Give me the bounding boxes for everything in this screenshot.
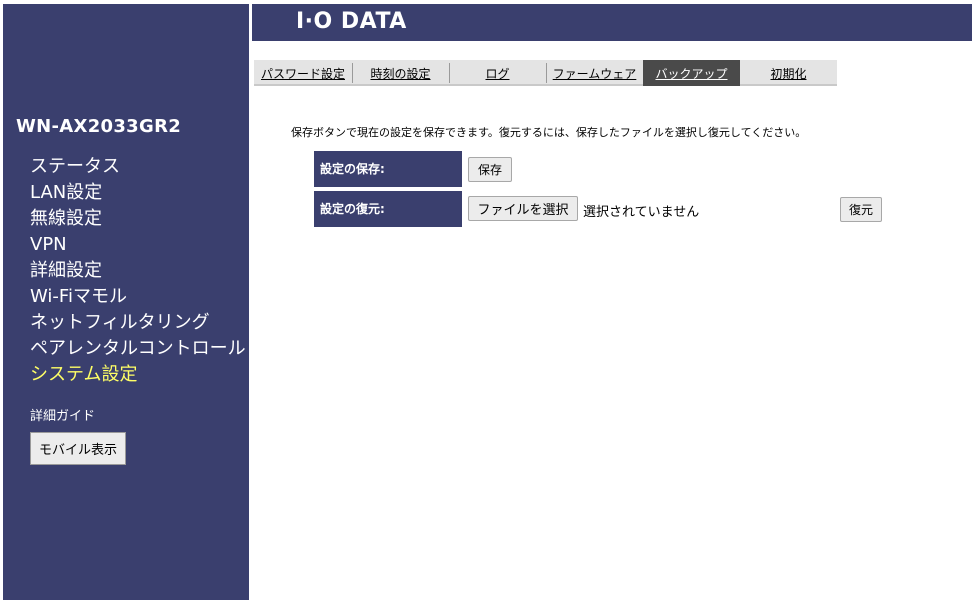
header: I·O DATA	[252, 4, 972, 41]
model-name: WN-AX2033GR2	[16, 116, 182, 137]
tab-backup[interactable]: バックアップ	[643, 60, 740, 86]
sidebar-item-vpn[interactable]: VPN	[30, 232, 246, 258]
tab-bar: パスワード設定 時刻の設定 ログ ファームウェア バックアップ 初期化	[254, 60, 837, 86]
tab-password[interactable]: パスワード設定	[254, 60, 352, 86]
tab-log[interactable]: ログ	[449, 60, 546, 86]
tab-time[interactable]: 時刻の設定	[352, 60, 449, 86]
sidebar: WN-AX2033GR2 ステータス LAN設定 無線設定 VPN 詳細設定 W…	[3, 4, 249, 600]
brand-logo: I·O DATA	[296, 9, 407, 34]
restore-settings-label: 設定の復元:	[314, 191, 462, 227]
sidebar-item-advanced[interactable]: 詳細設定	[30, 258, 246, 284]
save-button[interactable]: 保存	[468, 157, 512, 182]
sidebar-menu: ステータス LAN設定 無線設定 VPN 詳細設定 Wi-Fiマモル ネットフィ…	[30, 154, 246, 388]
restore-button[interactable]: 復元	[840, 197, 882, 222]
save-settings-label: 設定の保存:	[314, 151, 462, 187]
sidebar-item-net-filtering[interactable]: ネットフィルタリング	[30, 310, 246, 336]
sidebar-item-wireless[interactable]: 無線設定	[30, 206, 246, 232]
tab-firmware[interactable]: ファームウェア	[546, 60, 643, 86]
sidebar-item-status[interactable]: ステータス	[30, 154, 246, 180]
tab-initialize[interactable]: 初期化	[740, 60, 837, 86]
sidebar-item-parental-control[interactable]: ペアレンタルコントロール	[30, 336, 246, 362]
sidebar-item-wifi-mamoru[interactable]: Wi-Fiマモル	[30, 284, 246, 310]
sidebar-item-system[interactable]: システム設定	[30, 362, 246, 388]
sidebar-item-lan[interactable]: LAN設定	[30, 180, 246, 206]
file-status-text: 選択されていません	[583, 205, 700, 220]
detail-guide-link[interactable]: 詳細ガイド	[30, 405, 95, 424]
choose-file-button[interactable]: ファイルを選択	[468, 196, 578, 221]
backup-description: 保存ボタンで現在の設定を保存できます。復元するには、保存したファイルを選択し復元…	[291, 126, 807, 139]
mobile-view-button[interactable]: モバイル表示	[30, 432, 126, 465]
